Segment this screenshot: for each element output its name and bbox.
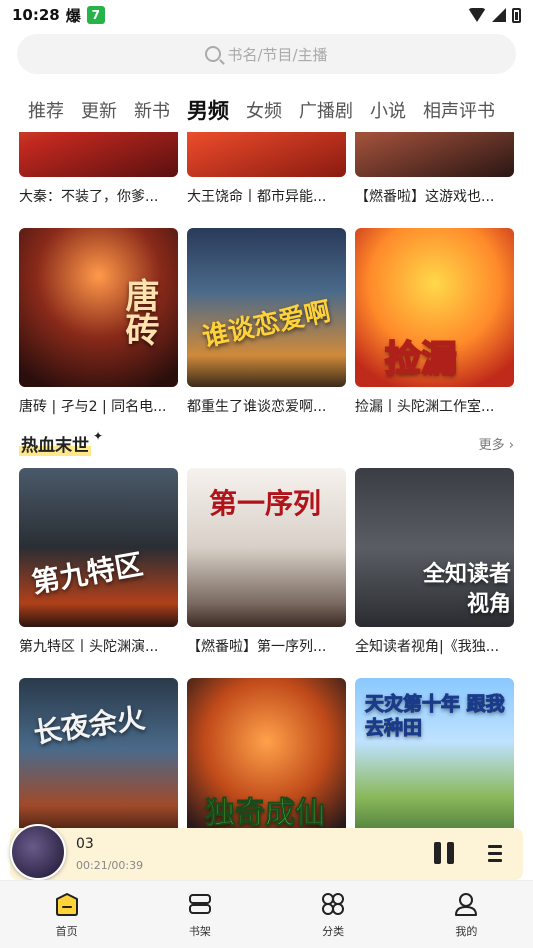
tab-novel[interactable]: 小说 xyxy=(370,97,406,123)
notification-badge-icon: 7 xyxy=(86,6,105,24)
tab-recommend[interactable]: 推荐 xyxy=(28,97,64,123)
book-title: 【燃番啦】第一序列... xyxy=(187,639,327,655)
section-title: 热血末世 xyxy=(19,430,91,456)
tab-radio-drama[interactable]: 广播剧 xyxy=(299,97,353,123)
home-icon xyxy=(55,893,78,916)
signal-icon xyxy=(492,8,506,22)
cover-title-text: 独奇成仙 xyxy=(205,796,326,831)
book-title: 唐砖 | 孑与2 | 同名电... xyxy=(19,399,167,415)
section-header: 热血末世 ✦ 更多 › xyxy=(19,428,514,458)
book-card[interactable]: 大王饶命丨都市异能... xyxy=(187,132,346,206)
book-title: 全知读者视角|《我独... xyxy=(355,639,500,655)
more-link[interactable]: 更多 › xyxy=(479,434,514,453)
nav-bookshelf-label: 书架 xyxy=(188,925,211,938)
nav-profile-label: 我的 xyxy=(455,925,478,938)
tab-new-books[interactable]: 新书 xyxy=(134,97,170,123)
pause-icon[interactable] xyxy=(434,842,456,864)
tab-crosstalk[interactable]: 相声评书 xyxy=(423,97,495,123)
book-title: 捡漏丨头陀渊工作室... xyxy=(355,399,495,415)
notification-app-icon: 爆 xyxy=(65,6,81,25)
mini-player[interactable]: 03 00:21/00:39 xyxy=(10,824,523,880)
tab-female[interactable]: 女频 xyxy=(246,97,282,123)
nav-bookshelf[interactable]: 书架 xyxy=(133,881,266,948)
book-card[interactable]: 独奇成仙 xyxy=(187,678,346,830)
book-cover: 捡漏 xyxy=(355,228,514,387)
book-card[interactable]: 第一序列 【燃番啦】第一序列... xyxy=(187,468,346,656)
cover-title-text: 天灾第十年 跟我去种田 xyxy=(365,693,506,740)
book-title: 大秦：不装了，你爹... xyxy=(19,189,159,205)
status-time: 10:28 xyxy=(12,6,60,24)
wifi-icon xyxy=(468,8,486,22)
book-card[interactable]: 唐砖 唐砖 | 孑与2 | 同名电... xyxy=(19,228,178,416)
book-card[interactable]: 第九特区 第九特区丨头陀渊演... xyxy=(19,468,178,656)
cover-title-text: 捡漏 xyxy=(384,338,458,381)
content-feed[interactable]: 大秦：不装了，你爹... 大王饶命丨都市异能... 【燃番啦】这游戏也... 唐… xyxy=(0,132,533,830)
cover-title-text: 全知读者视角 xyxy=(422,562,511,617)
book-cover xyxy=(355,132,514,177)
book-card[interactable]: 【燃番啦】这游戏也... xyxy=(355,132,514,206)
cover-title-text: 第一序列 xyxy=(209,487,322,520)
nav-home-label: 首页 xyxy=(55,925,78,938)
book-title: 都重生了谁谈恋爱啊... xyxy=(187,399,327,415)
cover-title-text: 第九特区 xyxy=(29,547,146,600)
book-cover xyxy=(19,132,178,177)
book-cover: 谁谈恋爱啊 xyxy=(187,228,346,387)
nav-home[interactable]: 首页 xyxy=(0,881,133,948)
cover-title-text: 谁谈恋爱啊 xyxy=(199,296,334,354)
book-cover: 唐砖 xyxy=(19,228,178,387)
book-card[interactable]: 天灾第十年 跟我去种田 xyxy=(355,678,514,830)
search-placeholder: 书名/节目/主播 xyxy=(227,45,328,64)
book-cover xyxy=(187,132,346,177)
search-bar[interactable]: 书名/节目/主播 xyxy=(17,34,516,74)
search-icon xyxy=(205,46,222,62)
category-icon xyxy=(322,893,345,915)
book-cover: 天灾第十年 跟我去种田 xyxy=(355,678,514,830)
bottom-nav: 首页 书架 分类 我的 xyxy=(0,880,533,948)
sparkle-icon: ✦ xyxy=(93,429,104,443)
book-cover: 第九特区 xyxy=(19,468,178,627)
nav-category[interactable]: 分类 xyxy=(267,881,400,948)
category-tabs: 推荐 更新 新书 男频 女频 广播剧 小说 相声评书 xyxy=(0,90,533,130)
book-row: 第九特区 第九特区丨头陀渊演... 第一序列 【燃番啦】第一序列... 全知读者… xyxy=(19,468,514,656)
nav-category-label: 分类 xyxy=(322,925,345,938)
book-cover: 独奇成仙 xyxy=(187,678,346,830)
book-card[interactable]: 大秦：不装了，你爹... xyxy=(19,132,178,206)
book-title: 大王饶命丨都市异能... xyxy=(187,189,327,205)
book-card[interactable]: 长夜余火 xyxy=(19,678,178,830)
book-title: 【燃番啦】这游戏也... xyxy=(355,189,495,205)
book-row: 大秦：不装了，你爹... 大王饶命丨都市异能... 【燃番啦】这游戏也... xyxy=(19,132,514,206)
book-row: 长夜余火 独奇成仙 天灾第十年 跟我去种田 xyxy=(19,678,514,830)
book-cover: 全知读者视角 xyxy=(355,468,514,627)
book-cover: 长夜余火 xyxy=(19,678,178,830)
book-row: 唐砖 唐砖 | 孑与2 | 同名电... 谁谈恋爱啊 都重生了谁谈恋爱啊... … xyxy=(19,228,514,416)
book-title: 第九特区丨头陀渊演... xyxy=(19,639,159,655)
book-cover: 第一序列 xyxy=(187,468,346,627)
player-track-title: 03 xyxy=(76,836,94,852)
player-progress-time: 00:21/00:39 xyxy=(76,859,144,872)
tab-male[interactable]: 男频 xyxy=(187,95,229,125)
status-bar: 10:28 爆 7 xyxy=(0,0,533,30)
tab-updates[interactable]: 更新 xyxy=(81,97,117,123)
profile-icon xyxy=(455,893,478,916)
battery-icon xyxy=(512,7,521,23)
nav-profile[interactable]: 我的 xyxy=(400,881,533,948)
book-card[interactable]: 捡漏 捡漏丨头陀渊工作室... xyxy=(355,228,514,416)
bookshelf-icon xyxy=(188,894,211,914)
cover-title-text: 长夜余火 xyxy=(31,701,147,750)
book-card[interactable]: 谁谈恋爱啊 都重生了谁谈恋爱啊... xyxy=(187,228,346,416)
cover-title-text: 唐砖 xyxy=(119,278,159,346)
player-cover-avatar[interactable] xyxy=(10,824,66,880)
book-card[interactable]: 全知读者视角 全知读者视角|《我独... xyxy=(355,468,514,656)
playlist-icon[interactable] xyxy=(484,844,502,862)
